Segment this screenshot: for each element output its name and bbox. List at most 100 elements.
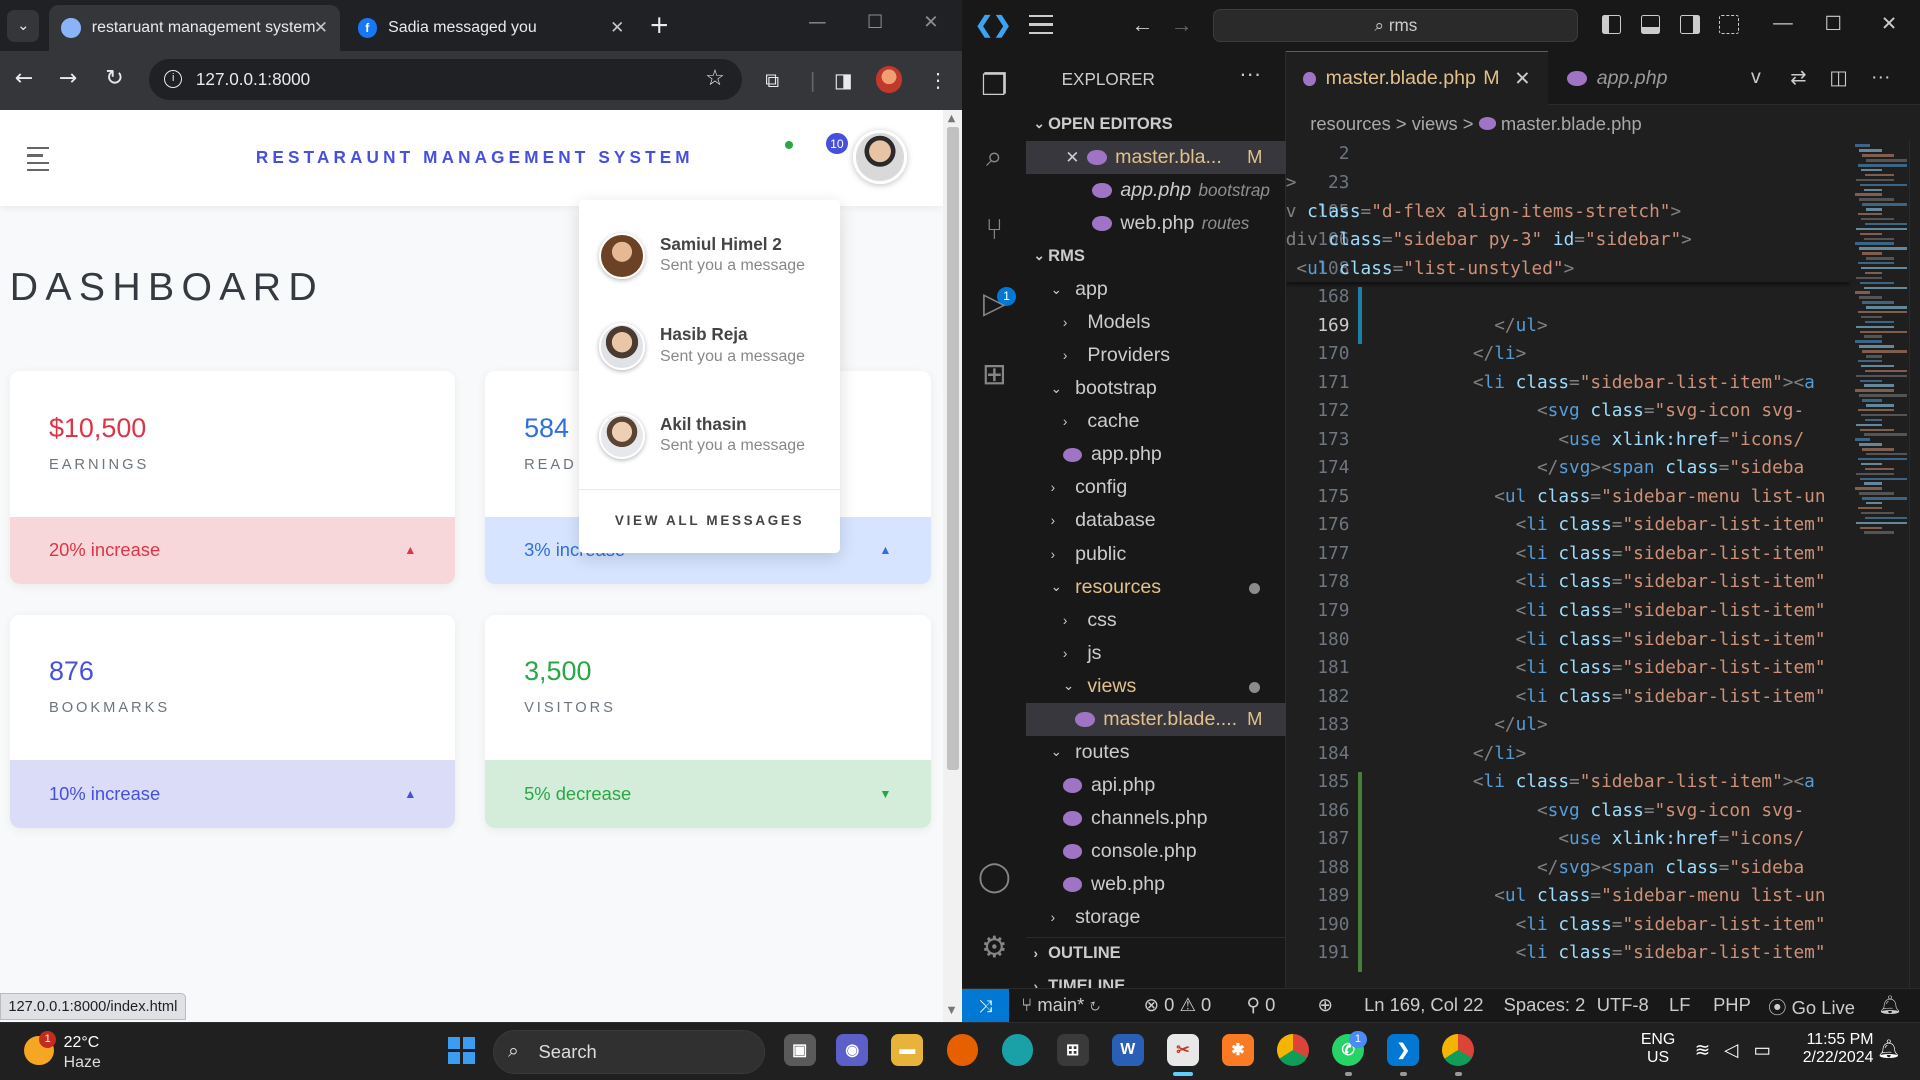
code-line[interactable]: 188 </svg><span class="sideba xyxy=(1286,858,1920,886)
language-mode[interactable]: PHP xyxy=(1713,994,1751,1016)
code-line[interactable]: 183 </ul> xyxy=(1286,715,1920,743)
maximize-icon[interactable]: ☐ xyxy=(1825,12,1843,36)
code-line[interactable]: 180 <li class="sidebar-list-item" xyxy=(1286,630,1920,658)
tree-item-routes[interactable]: ⌄ routes xyxy=(1026,736,1286,769)
open-editors-header[interactable]: ⌄ OPEN EDITORS xyxy=(1026,108,1286,141)
open-editor-item[interactable]: app.php bootstrap xyxy=(1026,174,1286,207)
message-item[interactable]: Hasib Reja Sent you a message xyxy=(598,323,832,372)
tree-item-api-php[interactable]: api.php xyxy=(1026,769,1286,802)
search-icon[interactable]: ⌕ xyxy=(977,140,1011,174)
minimize-icon[interactable]: — xyxy=(808,12,826,33)
clock[interactable]: 11:55 PM 2/22/2024 xyxy=(1800,1031,1874,1067)
code-line[interactable]: 185 <li class="sidebar-list-item"><a xyxy=(1286,772,1920,800)
task-view-icon[interactable]: ▣ xyxy=(783,1034,816,1067)
code-line[interactable]: 190 <li class="sidebar-list-item" xyxy=(1286,915,1920,943)
code-line[interactable]: 181 <li class="sidebar-list-item" xyxy=(1286,658,1920,686)
run-debug-icon[interactable]: ▷ xyxy=(977,287,1011,321)
code-line[interactable]: 106 div class="sidebar py-3" id="sidebar"… xyxy=(1286,230,1920,258)
encoding[interactable]: UTF-8 xyxy=(1597,994,1649,1016)
tree-item-public[interactable]: › public xyxy=(1026,538,1286,571)
open-changes-icon[interactable]: ⇄ xyxy=(1790,66,1806,90)
scroll-down-icon[interactable]: ▼ xyxy=(948,1005,956,1016)
toggle-sidebar-icon[interactable] xyxy=(1601,14,1622,35)
customize-layout-icon[interactable] xyxy=(1719,14,1739,35)
tree-item-app[interactable]: ⌄ app xyxy=(1026,273,1286,306)
message-item[interactable]: Akil thasin Sent you a message xyxy=(598,412,832,462)
settings-gear-icon[interactable]: ⚙ xyxy=(977,931,1011,965)
notification-bell-icon[interactable]: 🔔︎ xyxy=(1877,1038,1900,1060)
command-center-search[interactable]: ⌕ rms xyxy=(1213,8,1579,42)
tree-item-views[interactable]: ⌄ views xyxy=(1026,670,1286,703)
notification-badge[interactable]: 10 xyxy=(825,132,849,156)
tree-item-app-php[interactable]: app.php xyxy=(1026,438,1286,471)
editor-tab-master-blade[interactable]: master.blade.php M ✕ xyxy=(1285,51,1548,106)
explorer-icon[interactable]: ❐ xyxy=(977,69,1011,103)
tree-item-master-blade[interactable]: master.blade.... M xyxy=(1026,702,1286,736)
more-tabs-icon[interactable]: v xyxy=(1751,66,1761,89)
tree-item-config[interactable]: › config xyxy=(1026,471,1286,504)
outline-header[interactable]: › OUTLINE xyxy=(1026,937,1286,970)
xampp-icon[interactable]: ✱ xyxy=(1222,1034,1254,1067)
forward-icon[interactable]: → xyxy=(1171,12,1193,38)
side-panel-icon[interactable]: ◨ xyxy=(834,69,853,92)
tree-item-console-php[interactable]: console.php xyxy=(1026,835,1286,868)
back-icon[interactable]: ← xyxy=(15,66,33,91)
breadcrumb-item[interactable]: views xyxy=(1412,113,1458,134)
breadcrumb-item[interactable]: resources xyxy=(1310,113,1391,134)
code-line[interactable]: 171 <li class="sidebar-list-item"><a xyxy=(1286,373,1920,401)
extensions-icon[interactable]: ⊞ xyxy=(977,358,1011,392)
code-line[interactable]: 105 v class="d-flex align-items-stretch"> xyxy=(1286,202,1920,230)
editor-tab-app-php[interactable]: app.php xyxy=(1550,51,1709,105)
tab-facebook[interactable]: f Sadia messaged you ✕ xyxy=(345,5,636,52)
chrome-profile-icon[interactable] xyxy=(1442,1034,1475,1067)
go-live-button[interactable]: ⦿ Go Live xyxy=(1768,994,1855,1020)
close-window-icon[interactable]: ✕ xyxy=(1881,12,1897,36)
user-avatar[interactable] xyxy=(853,129,908,184)
extensions-icon[interactable]: ⧉ xyxy=(765,69,779,92)
address-bar[interactable]: i 127.0.0.1:8000 ☆ xyxy=(149,58,743,101)
workspace-header[interactable]: ⌄ RMS xyxy=(1026,240,1286,273)
more-actions-icon[interactable]: ··· xyxy=(1239,61,1261,87)
start-windows-icon[interactable] xyxy=(448,1036,476,1064)
git-branch[interactable]: ⑂ main* ↻ xyxy=(1021,994,1100,1016)
close-icon[interactable]: ✕ xyxy=(610,17,624,38)
code-line[interactable]: 175 <ul class="sidebar-menu list-un xyxy=(1286,487,1920,515)
code-line[interactable]: 182 <li class="sidebar-list-item" xyxy=(1286,687,1920,715)
code-editor[interactable]: 2 23 >105 v class="d-flex align-items-stret… xyxy=(1286,140,1920,989)
back-icon[interactable]: ← xyxy=(1131,12,1153,38)
code-line[interactable]: 179 <li class="sidebar-list-item" xyxy=(1286,601,1920,629)
breadcrumb-item[interactable]: master.blade.php xyxy=(1501,113,1642,134)
tree-item-cache[interactable]: › cache xyxy=(1026,405,1286,438)
tab-search-button[interactable]: ⌄ xyxy=(7,9,40,42)
word-icon[interactable]: W xyxy=(1111,1034,1144,1067)
code-line[interactable]: 176 <li class="sidebar-list-item" xyxy=(1286,515,1920,543)
tree-item-database[interactable]: › database xyxy=(1026,504,1286,537)
toggle-panel-icon[interactable] xyxy=(1640,14,1661,35)
code-line[interactable]: 108 <ul class="list-unstyled"> xyxy=(1286,259,1920,287)
toggle-secondary-sidebar-icon[interactable] xyxy=(1680,14,1700,35)
firefox-icon[interactable] xyxy=(946,1034,979,1067)
weather-widget[interactable]: 1 22°C Haze xyxy=(22,1030,157,1075)
code-line[interactable]: 2 xyxy=(1286,144,1920,172)
scroll-thumb[interactable] xyxy=(946,127,959,771)
volume-icon[interactable]: ◁ xyxy=(1724,1039,1738,1061)
file-explorer-icon[interactable]: ▬ xyxy=(891,1034,924,1067)
page-scrollbar[interactable]: ▲ ▼ xyxy=(942,110,963,1023)
close-icon[interactable]: ✕ xyxy=(1514,67,1530,91)
notifications-bell-icon[interactable]: 🔔︎ xyxy=(1878,994,1901,1016)
view-all-messages-link[interactable]: VIEW ALL MESSAGES xyxy=(579,513,840,528)
edge-icon[interactable] xyxy=(1001,1034,1034,1067)
tree-item-storage[interactable]: › storage xyxy=(1026,901,1286,934)
wifi-icon[interactable]: ≋ xyxy=(1695,1039,1710,1061)
zoom-icon[interactable]: ⊕ xyxy=(1318,994,1333,1016)
menu-icon[interactable] xyxy=(1028,14,1054,41)
language-indicator[interactable]: ENG US xyxy=(1641,1031,1675,1067)
tab-restaurant[interactable]: restaruant management system ✕ xyxy=(48,4,341,52)
editor-scrollbar[interactable] xyxy=(1908,139,1920,989)
more-actions-icon[interactable]: ··· xyxy=(1871,66,1891,89)
close-window-icon[interactable]: ✕ xyxy=(923,12,938,33)
code-line[interactable]: 170 </li> xyxy=(1286,344,1920,372)
code-line[interactable]: 23 > xyxy=(1286,173,1920,201)
code-line[interactable]: 189 <ul class="sidebar-menu list-un xyxy=(1286,886,1920,914)
code-line[interactable]: 168 xyxy=(1286,287,1920,315)
